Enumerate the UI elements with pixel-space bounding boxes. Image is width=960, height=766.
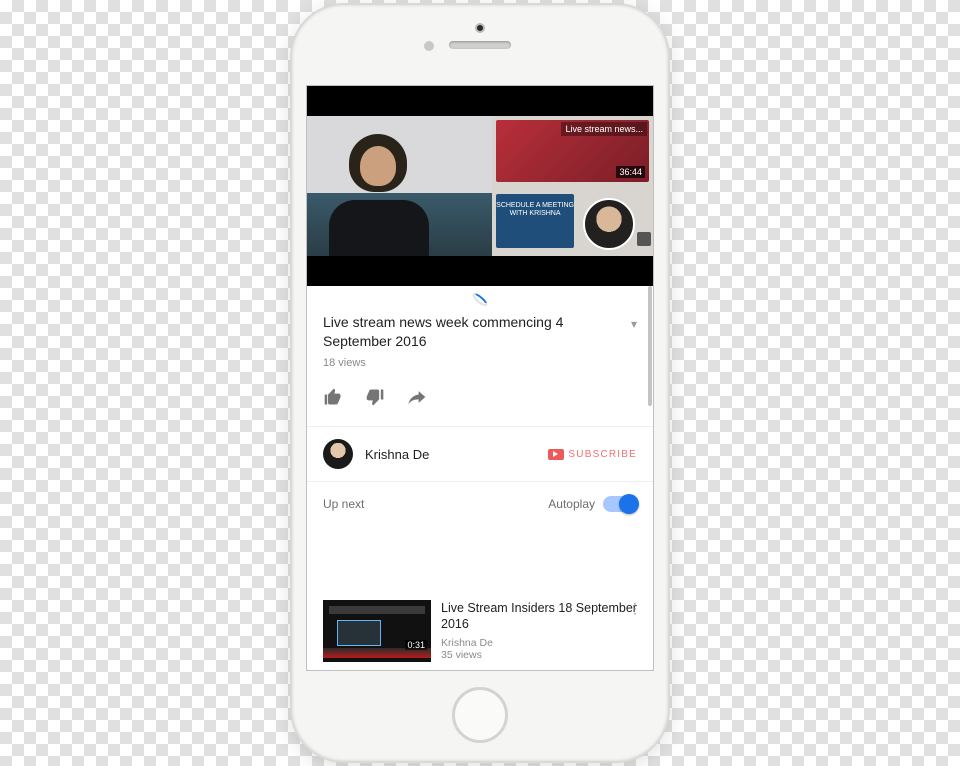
phone-sensor: [424, 41, 434, 51]
endcard-link[interactable]: SCHEDULE A MEETING WITH KRISHNA: [496, 194, 574, 248]
phone-speaker: [449, 41, 511, 49]
video-thumbnail: 0:31: [323, 600, 431, 662]
edit-icon: [637, 232, 651, 246]
share-button[interactable]: [407, 387, 427, 412]
phone-camera: [475, 23, 485, 33]
scrollbar[interactable]: [648, 286, 652, 406]
endcard-video[interactable]: Live stream news... 36:44: [496, 120, 649, 182]
endcard-avatar[interactable]: [583, 198, 635, 250]
endcard-link-text: SCHEDULE A MEETING WITH KRISHNA: [496, 202, 574, 217]
home-button[interactable]: [452, 687, 508, 743]
autoplay-toggle[interactable]: [603, 496, 637, 512]
up-next-label: Up next: [323, 497, 364, 511]
more-icon[interactable]: ⋮: [628, 600, 643, 617]
dislike-button[interactable]: [365, 387, 385, 412]
endcard-video-duration: 36:44: [616, 166, 645, 178]
list-item[interactable]: 0:31 Live Stream Insiders 18 September 2…: [307, 592, 653, 670]
up-next-row: Up next Autoplay: [307, 482, 653, 522]
channel-avatar: [323, 439, 353, 469]
channel-row[interactable]: Krishna De SUBSCRIBE: [307, 426, 653, 482]
item-views: 35 views: [441, 649, 637, 661]
video-player[interactable]: Live stream news... 36:44 SCHEDULE A MEE…: [307, 86, 653, 286]
video-presenter: [307, 116, 492, 256]
endcard-video-title: Live stream news...: [561, 122, 647, 136]
item-title: Live Stream Insiders 18 September 2016: [441, 600, 637, 633]
subscribe-button[interactable]: SUBSCRIBE: [548, 449, 637, 460]
end-screen-cards: Live stream news... 36:44 SCHEDULE A MEE…: [492, 116, 653, 256]
video-title: Live stream news week commencing 4 Septe…: [323, 313, 637, 351]
video-info: Live Stream Insiders 18 September 2016 K…: [441, 600, 637, 662]
chevron-down-icon[interactable]: ▾: [631, 317, 637, 331]
iphone-device-frame: Live stream news... 36:44 SCHEDULE A MEE…: [290, 3, 670, 763]
screen: Live stream news... 36:44 SCHEDULE A MEE…: [306, 85, 654, 671]
youtube-icon: [548, 449, 564, 460]
like-button[interactable]: [323, 387, 343, 412]
action-bar: [307, 377, 653, 426]
video-meta[interactable]: Live stream news week commencing 4 Septe…: [307, 303, 653, 377]
item-channel: Krishna De: [441, 637, 637, 649]
channel-name: Krishna De: [365, 447, 548, 462]
view-count: 18 views: [323, 357, 637, 369]
content-area: Live stream news week commencing 4 Septe…: [307, 286, 653, 670]
video-frame: Live stream news... 36:44 SCHEDULE A MEE…: [307, 116, 653, 256]
subscribe-label: SUBSCRIBE: [568, 449, 637, 460]
up-next-list: 0:31 Live Stream Insiders 18 September 2…: [307, 522, 653, 670]
thumbnail-duration: 0:31: [405, 640, 427, 650]
autoplay-label: Autoplay: [548, 497, 595, 511]
